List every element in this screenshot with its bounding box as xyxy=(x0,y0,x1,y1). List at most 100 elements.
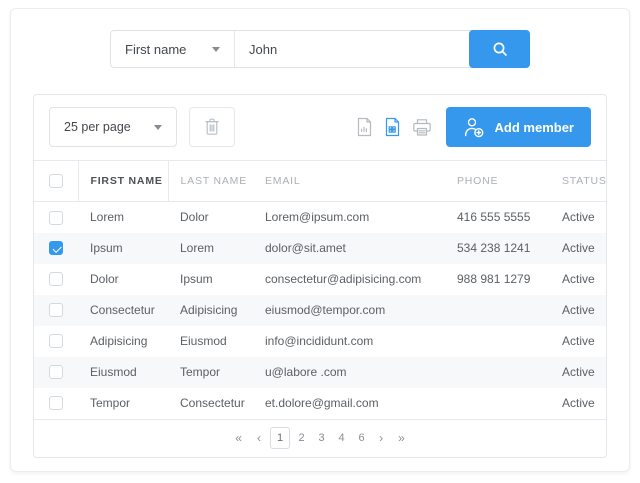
column-header-status[interactable]: STATUS xyxy=(550,161,606,202)
cell-email: consectetur@adipisicing.com xyxy=(253,264,445,295)
page-button[interactable]: 3 xyxy=(313,428,330,448)
search-icon xyxy=(491,40,509,58)
cell-last-name: Tempor xyxy=(168,357,253,388)
cell-phone: 988 981 1279 xyxy=(445,264,550,295)
first-page-button[interactable]: « xyxy=(229,428,248,448)
cell-phone xyxy=(445,357,550,388)
cell-status: Active xyxy=(550,295,606,326)
members-table-card: 25 per page xyxy=(33,94,607,458)
cell-email: et.dolore@gmail.com xyxy=(253,388,445,419)
members-table: FIRST NAME LAST NAME EMAIL PHONE STATUS … xyxy=(34,160,606,419)
row-checkbox[interactable] xyxy=(49,365,63,379)
cell-status: Active xyxy=(550,357,606,388)
last-page-button[interactable]: » xyxy=(392,428,411,448)
cell-status: Active xyxy=(550,388,606,419)
search-input[interactable] xyxy=(235,31,469,67)
cell-email: Lorem@ipsum.com xyxy=(253,202,445,233)
table-row: AdipisicingEiusmodinfo@incididunt.com Act… xyxy=(34,326,606,357)
delete-selected-button[interactable] xyxy=(189,107,235,147)
cell-phone xyxy=(445,295,550,326)
table-toolbar: 25 per page xyxy=(34,95,606,160)
row-checkbox-cell xyxy=(34,357,78,388)
trash-icon xyxy=(204,118,220,136)
column-header-first-name[interactable]: FIRST NAME xyxy=(78,161,168,202)
chevron-down-icon xyxy=(212,47,220,52)
cell-email: u@labore .com xyxy=(253,357,445,388)
search-field-selector[interactable]: First name xyxy=(111,31,235,67)
cell-last-name: Ipsum xyxy=(168,264,253,295)
cell-status: Active xyxy=(550,233,606,264)
export-grid-button[interactable] xyxy=(384,117,401,137)
row-checkbox-cell xyxy=(34,202,78,233)
search-bar: First name xyxy=(110,30,530,68)
cell-status: Active xyxy=(550,202,606,233)
add-member-label: Add member xyxy=(495,120,574,135)
pagination: « ‹ 12346 › » xyxy=(34,419,606,457)
table-row: IpsumLoremdolor@sit.amet534 238 1241Acti… xyxy=(34,233,606,264)
row-checkbox[interactable] xyxy=(49,334,63,348)
search-field-selector-value: First name xyxy=(125,42,186,57)
cell-last-name: Eiusmod xyxy=(168,326,253,357)
previous-page-button[interactable]: ‹ xyxy=(251,428,267,448)
content-card: First name 25 per page xyxy=(10,8,630,472)
cell-last-name: Dolor xyxy=(168,202,253,233)
page-button[interactable]: 2 xyxy=(293,428,310,448)
cell-first-name: Lorem xyxy=(78,202,168,233)
page-button[interactable]: 4 xyxy=(333,428,350,448)
select-all-checkbox[interactable] xyxy=(49,174,63,188)
cell-email: eiusmod@tempor.com xyxy=(253,295,445,326)
header-checkbox-cell xyxy=(34,161,78,202)
cell-first-name: Dolor xyxy=(78,264,168,295)
row-checkbox[interactable] xyxy=(49,272,63,286)
per-page-selector[interactable]: 25 per page xyxy=(49,107,177,147)
row-checkbox[interactable] xyxy=(49,396,63,410)
export-actions xyxy=(356,117,432,137)
cell-first-name: Eiusmod xyxy=(78,357,168,388)
row-checkbox[interactable] xyxy=(49,211,63,225)
export-chart-document-icon xyxy=(356,117,373,137)
row-checkbox[interactable] xyxy=(49,303,63,317)
print-icon xyxy=(412,118,432,137)
cell-last-name: Lorem xyxy=(168,233,253,264)
cell-status: Active xyxy=(550,326,606,357)
add-member-icon xyxy=(463,117,485,138)
row-checkbox[interactable] xyxy=(49,241,63,255)
page-button[interactable]: 6 xyxy=(353,428,370,448)
table-header-row: FIRST NAME LAST NAME EMAIL PHONE STATUS xyxy=(34,161,606,202)
cell-status: Active xyxy=(550,264,606,295)
cell-phone: 416 555 5555 xyxy=(445,202,550,233)
cell-phone: 534 238 1241 xyxy=(445,233,550,264)
cell-email: dolor@sit.amet xyxy=(253,233,445,264)
row-checkbox-cell xyxy=(34,295,78,326)
column-header-email[interactable]: EMAIL xyxy=(253,161,445,202)
table-row: DolorIpsumconsectetur@adipisicing.com988… xyxy=(34,264,606,295)
row-checkbox-cell xyxy=(34,388,78,419)
cell-first-name: Adipisicing xyxy=(78,326,168,357)
table-row: ConsecteturAdipisicingeiusmod@tempor.com… xyxy=(34,295,606,326)
export-grid-document-icon xyxy=(384,117,401,137)
row-checkbox-cell xyxy=(34,233,78,264)
column-header-last-name[interactable]: LAST NAME xyxy=(168,161,253,202)
table-body: LoremDolorLorem@ipsum.com416 555 5555Act… xyxy=(34,202,606,419)
export-chart-button[interactable] xyxy=(356,117,373,137)
cell-first-name: Ipsum xyxy=(78,233,168,264)
search-button[interactable] xyxy=(469,30,530,68)
per-page-value: 25 per page xyxy=(64,120,131,134)
next-page-button[interactable]: › xyxy=(373,428,389,448)
page-list: 12346 xyxy=(270,427,370,449)
cell-last-name: Adipisicing xyxy=(168,295,253,326)
add-member-button[interactable]: Add member xyxy=(446,107,591,147)
cell-phone xyxy=(445,388,550,419)
print-button[interactable] xyxy=(412,118,432,137)
cell-first-name: Consectetur xyxy=(78,295,168,326)
table-row: LoremDolorLorem@ipsum.com416 555 5555Act… xyxy=(34,202,606,233)
table-row: EiusmodTemporu@labore .com Active xyxy=(34,357,606,388)
cell-first-name: Tempor xyxy=(78,388,168,419)
cell-email: info@incididunt.com xyxy=(253,326,445,357)
row-checkbox-cell xyxy=(34,264,78,295)
table-row: TemporConsecteturet.dolore@gmail.com Acti… xyxy=(34,388,606,419)
page-button-current[interactable]: 1 xyxy=(270,427,290,449)
column-header-phone[interactable]: PHONE xyxy=(445,161,550,202)
cell-phone xyxy=(445,326,550,357)
cell-last-name: Consectetur xyxy=(168,388,253,419)
